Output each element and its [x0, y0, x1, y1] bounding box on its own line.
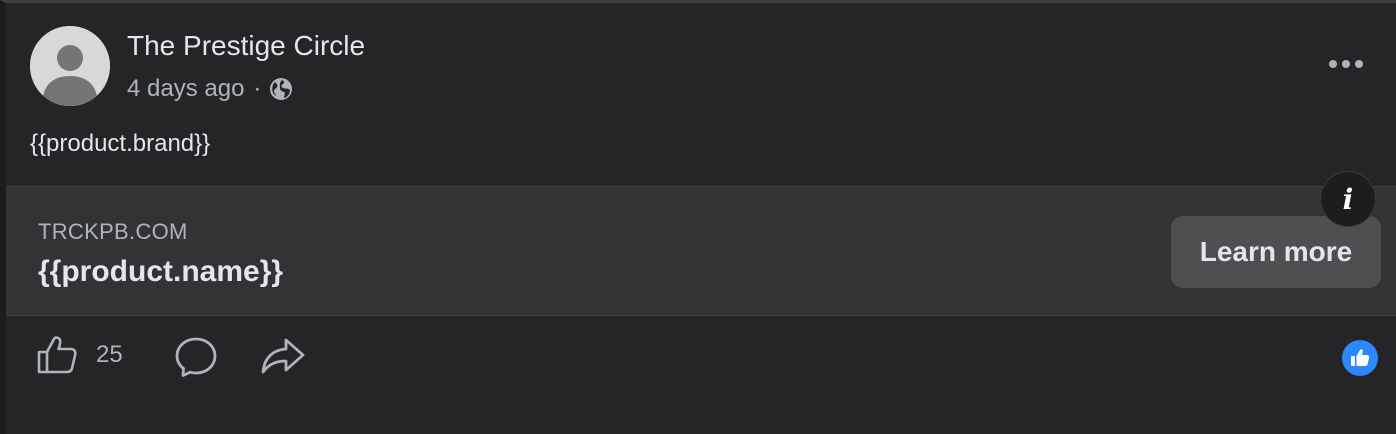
globe-icon[interactable]: [269, 77, 293, 101]
avatar[interactable]: [30, 26, 110, 106]
share-icon: [261, 338, 305, 374]
share-button[interactable]: [260, 336, 306, 378]
post-body-text: {{product.brand}}: [30, 130, 211, 157]
link-domain: TRCKPB.COM: [38, 219, 188, 244]
ellipsis-icon: [1329, 60, 1363, 68]
more-options-button[interactable]: [1324, 47, 1368, 81]
like-count[interactable]: 25: [96, 341, 123, 369]
post-meta: 4 days ago ·: [127, 75, 293, 103]
action-bar: 25: [6, 334, 1396, 384]
meta-separator: ·: [253, 75, 262, 102]
link-title[interactable]: {{product.name}}: [38, 255, 283, 289]
like-reaction-icon[interactable]: [1342, 340, 1378, 376]
info-icon[interactable]: i: [1320, 171, 1376, 227]
page-name[interactable]: The Prestige Circle: [127, 30, 365, 62]
comment-icon: [175, 337, 217, 377]
thumbs-up-icon: [37, 336, 77, 374]
ad-post: The Prestige Circle 4 days ago · {{produ…: [0, 0, 1396, 434]
like-button[interactable]: 25: [36, 335, 123, 375]
post-timestamp[interactable]: 4 days ago: [127, 75, 244, 103]
link-preview-card[interactable]: TRCKPB.COM {{product.name}} Learn more i: [6, 171, 1396, 316]
comment-button[interactable]: [174, 336, 218, 378]
